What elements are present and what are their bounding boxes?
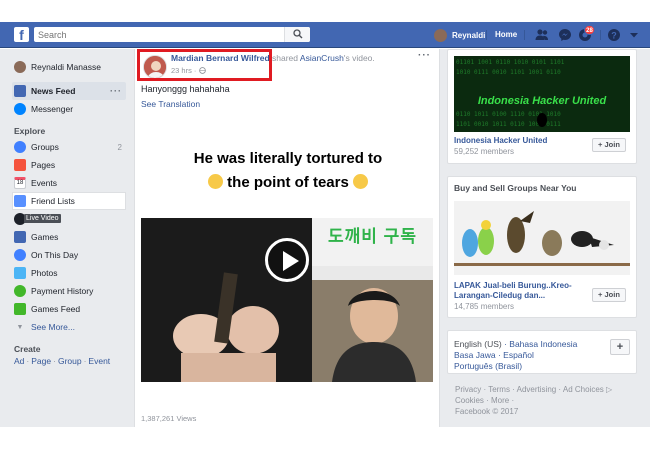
group-member-count: 14,785 members — [454, 302, 515, 311]
footer-line[interactable]: Privacy · Terms · Advertising · Ad Choic… — [455, 384, 635, 395]
see-translation-link[interactable]: See Translation — [141, 99, 200, 109]
profile-name: Reynaldi — [452, 30, 486, 40]
join-group-button[interactable]: + Join — [592, 138, 626, 152]
language-link[interactable]: Español — [503, 350, 534, 360]
crying-laughing-emoji-icon — [207, 174, 223, 189]
sidebar-item-games-feed[interactable]: Games Feed — [14, 300, 126, 318]
groups-count: 2 — [117, 142, 122, 152]
clock-icon — [14, 249, 26, 261]
search-icon — [293, 29, 303, 39]
avatar — [434, 28, 447, 42]
language-card: English (US) · Bahasa Indonesia Basa Jaw… — [447, 330, 637, 374]
language-links: English (US) · Bahasa Indonesia Basa Jaw… — [454, 339, 578, 371]
create-group-link[interactable]: Group — [58, 356, 82, 366]
top-navigation-bar: f Reynaldi Home 28 ? — [0, 22, 650, 48]
see-more-link[interactable]: ▼ See More... — [14, 318, 126, 336]
news-feed-icon — [14, 85, 26, 97]
profile-link[interactable]: Reynaldi — [434, 28, 485, 42]
avatar — [14, 61, 26, 73]
create-page-link[interactable]: Page — [31, 356, 51, 366]
sidebar-item-friend-lists[interactable]: Friend Lists — [12, 192, 126, 210]
group-banner-text: Indonesia Hacker United — [478, 95, 607, 107]
messenger-icon[interactable] — [558, 28, 572, 42]
current-language: English (US) — [454, 339, 502, 349]
sidebar-profile[interactable]: Reynaldi Manasse — [14, 58, 126, 76]
group-suggestion-card: 01101 1001 0110 1010 0101 1101 1010 0111… — [447, 49, 637, 164]
chevron-down-icon: ▼ — [16, 323, 24, 331]
video-reaction-image — [312, 266, 433, 382]
photos-icon — [14, 267, 26, 279]
games-controller-icon — [14, 231, 26, 243]
chevron-down-icon[interactable] — [627, 28, 641, 42]
shared-page-link[interactable]: AsianCrush — [300, 53, 344, 63]
buy-sell-title: Buy and Sell Groups Near You — [454, 183, 577, 193]
create-ad-link[interactable]: Ad — [14, 356, 24, 366]
buy-sell-groups-card: Buy and Sell Groups Near You LAPAK Jual-… — [447, 176, 637, 318]
search-input[interactable] — [34, 27, 274, 42]
footer-links: Privacy · Terms · Advertising · Ad Choic… — [455, 384, 635, 417]
home-link[interactable]: Home — [495, 30, 517, 39]
korean-subscribe-text: 도깨비 구독 — [328, 227, 417, 246]
friend-lists-icon — [14, 195, 26, 207]
language-link[interactable]: Português (Brasil) — [454, 361, 522, 371]
feed-post: Mardian Bernard Wilfred shared AsianCrus… — [134, 49, 440, 427]
sidebar-item-live-video[interactable]: Live Video — [14, 210, 126, 228]
language-link[interactable]: Bahasa Indonesia — [509, 339, 577, 349]
view-count: 1,387,261 Views — [141, 414, 197, 423]
explore-heading: Explore — [14, 126, 46, 136]
messenger-icon — [14, 103, 26, 115]
more-options-icon[interactable]: ··· — [110, 86, 122, 96]
notification-badge: 28 — [584, 25, 595, 35]
calendar-icon: 18 — [14, 177, 26, 189]
svg-text:?: ? — [611, 31, 617, 41]
video-player[interactable]: 도깨비 구독 — [141, 218, 433, 382]
svg-text:1010 0111 0010 1101 1001 0110: 1010 0111 0010 1101 1001 0110 — [456, 69, 561, 76]
help-icon[interactable]: ? — [607, 28, 621, 42]
video-frame-right: 도깨비 구독 — [312, 218, 433, 382]
sidebar-item-payment-history[interactable]: Payment History — [14, 282, 126, 300]
search-box — [34, 27, 310, 42]
add-language-button[interactable]: + — [610, 339, 630, 355]
group-name-link[interactable]: LAPAK Jual-beli Burung..Kreo-Larangan-Ci… — [454, 281, 582, 301]
footer-copyright: Facebook © 2017 — [455, 407, 519, 416]
post-text: Hanyonggg hahahaha — [141, 84, 230, 94]
sidebar-item-events[interactable]: 18 Events — [14, 174, 126, 192]
friend-requests-icon[interactable] — [535, 28, 549, 42]
pages-flag-icon — [14, 159, 26, 171]
create-links: Ad · Page · Group · Event — [14, 356, 111, 366]
footer-line[interactable]: Cookies · More · — [455, 395, 635, 406]
group-name-link[interactable]: Indonesia Hacker United — [454, 136, 584, 146]
join-group-button[interactable]: + Join — [592, 288, 626, 302]
play-button[interactable] — [265, 238, 309, 282]
post-options-icon[interactable]: ··· — [418, 50, 431, 61]
sidebar-item-news-feed[interactable]: News Feed ··· — [12, 82, 126, 100]
sidebar-item-photos[interactable]: Photos — [14, 264, 126, 282]
sidebar-item-messenger[interactable]: Messenger — [14, 100, 126, 118]
group-member-count: 59,252 members — [454, 147, 515, 156]
search-button[interactable] — [284, 27, 310, 42]
create-heading: Create — [14, 344, 41, 354]
highlight-box — [137, 49, 272, 81]
tooltip-live-video: Live Video — [24, 214, 61, 223]
crying-laughing-emoji-icon — [353, 174, 368, 189]
language-link[interactable]: Basa Jawa — [454, 350, 496, 360]
payment-history-icon — [14, 285, 26, 297]
create-event-link[interactable]: Event — [88, 356, 110, 366]
sidebar-item-pages[interactable]: Pages — [14, 156, 126, 174]
groups-icon — [14, 141, 26, 153]
games-feed-icon — [14, 303, 26, 315]
post-action-text: shared — [272, 53, 299, 63]
svg-text:01101 1001 0110 1010 0101 1101: 01101 1001 0110 1010 0101 1101 — [456, 59, 565, 66]
group-banner-image[interactable]: 01101 1001 0110 1010 0101 1101 1010 0111… — [454, 56, 630, 132]
sidebar-profile-name: Reynaldi Manasse — [31, 62, 101, 72]
sidebar-item-groups[interactable]: Groups 2 — [14, 138, 126, 156]
sidebar-item-on-this-day[interactable]: On This Day — [14, 246, 126, 264]
facebook-logo-icon[interactable]: f — [14, 27, 29, 42]
post-suffix: 's video. — [343, 53, 375, 63]
video-headline: He was literally tortured to the point o… — [193, 150, 383, 191]
sidebar-item-games[interactable]: Games — [14, 228, 126, 246]
left-sidebar: Reynaldi Manasse News Feed ··· Messenger… — [12, 58, 126, 366]
birds-group-image[interactable] — [454, 201, 630, 275]
